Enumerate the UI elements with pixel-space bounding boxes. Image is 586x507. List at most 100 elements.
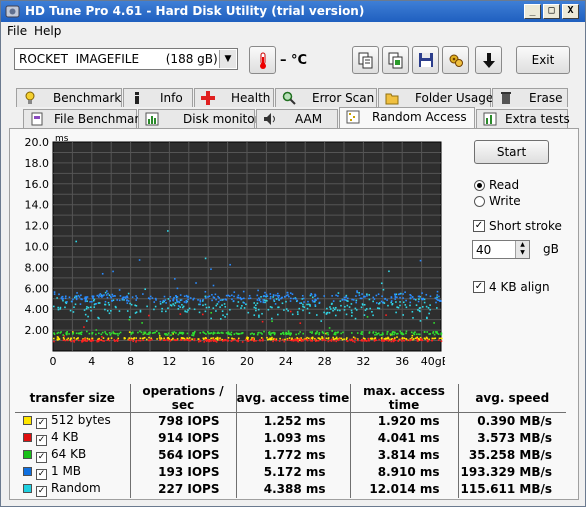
- data-point: [80, 294, 82, 297]
- data-point: [409, 304, 411, 307]
- data-point: [306, 303, 308, 306]
- data-point: [314, 338, 316, 341]
- data-point: [256, 294, 259, 297]
- data-point: [437, 339, 440, 341]
- spinner-arrows-icon[interactable]: ▲ ▼: [515, 241, 529, 258]
- tab-aam[interactable]: AAM: [256, 109, 338, 128]
- data-point: [380, 300, 383, 303]
- data-point: [118, 332, 120, 335]
- tab-health[interactable]: Health: [194, 88, 274, 107]
- series-checkbox[interactable]: ✓: [36, 452, 47, 463]
- chevron-down-icon[interactable]: ▼: [219, 50, 236, 68]
- data-point: [269, 297, 272, 300]
- series-checkbox[interactable]: ✓: [36, 418, 47, 430]
- options-button[interactable]: [442, 46, 469, 74]
- short-stroke-checkbox[interactable]: ✓: [473, 220, 485, 232]
- menu-help[interactable]: Help: [34, 24, 61, 38]
- data-point: [130, 333, 133, 335]
- data-point: [139, 330, 141, 333]
- data-point: [328, 311, 331, 314]
- copy-screenshot-button[interactable]: [382, 46, 409, 74]
- data-point: [332, 336, 334, 339]
- write-radio[interactable]: [474, 196, 485, 207]
- data-point: [291, 293, 294, 296]
- data-point: [169, 300, 171, 302]
- data-point: [426, 340, 429, 343]
- maximize-button[interactable]: □: [543, 4, 560, 19]
- copy-text-button[interactable]: [352, 46, 379, 74]
- save-button[interactable]: [412, 46, 439, 74]
- data-point: [139, 339, 142, 342]
- data-point: [393, 340, 395, 342]
- data-point: [278, 298, 280, 301]
- data-point: [253, 306, 256, 309]
- align-checkbox[interactable]: ✓: [473, 281, 485, 293]
- data-point: [396, 336, 398, 338]
- data-point: [103, 294, 105, 296]
- data-point: [219, 339, 221, 341]
- exit-button[interactable]: Exit: [516, 46, 570, 74]
- data-point: [338, 338, 341, 340]
- data-point: [285, 333, 288, 336]
- data-point: [388, 339, 390, 342]
- data-point: [204, 338, 207, 341]
- data-point: [276, 292, 279, 295]
- data-point: [98, 317, 100, 320]
- minimize-button[interactable]: _: [524, 4, 541, 19]
- data-point: [203, 341, 206, 343]
- data-point: [108, 332, 111, 334]
- data-point: [333, 308, 336, 311]
- data-point: [131, 296, 134, 298]
- data-point: [342, 331, 344, 334]
- data-point: [318, 333, 320, 336]
- data-point: [114, 340, 116, 342]
- tab-error-scan[interactable]: Error Scan: [275, 88, 377, 107]
- tab-info[interactable]: Info: [123, 88, 193, 107]
- data-point: [403, 337, 406, 340]
- data-point: [417, 295, 420, 298]
- download-button[interactable]: [475, 46, 502, 74]
- title-bar[interactable]: HD Tune Pro 4.61 - Hard Disk Utility (tr…: [1, 1, 585, 22]
- start-button[interactable]: Start: [474, 140, 549, 164]
- data-point: [116, 332, 118, 335]
- lightbulb-icon: [25, 91, 35, 104]
- data-point: [363, 314, 366, 316]
- close-button[interactable]: X: [562, 4, 579, 19]
- data-point: [355, 309, 358, 311]
- series-checkbox[interactable]: ✓: [36, 469, 47, 480]
- data-point: [326, 307, 328, 310]
- data-point: [175, 332, 177, 334]
- temperature-button[interactable]: [249, 46, 276, 74]
- data-point: [158, 333, 161, 335]
- series-checkbox[interactable]: ✓: [36, 486, 47, 497]
- data-point: [84, 299, 87, 302]
- data-point: [70, 337, 72, 340]
- data-point: [436, 307, 438, 309]
- tab-file-benchmark[interactable]: File Benchmark: [23, 109, 146, 128]
- short-stroke-spinner[interactable]: 40 ▲ ▼: [472, 240, 530, 259]
- tab-random-access[interactable]: Random Access: [339, 107, 475, 128]
- data-point: [374, 337, 376, 340]
- data-point: [241, 332, 243, 335]
- data-point: [189, 297, 192, 299]
- data-point: [167, 307, 169, 309]
- data-point: [159, 300, 162, 303]
- data-point: [350, 303, 353, 305]
- data-point: [316, 314, 318, 316]
- data-point: [302, 332, 305, 335]
- drive-select[interactable]: ROCKET IMAGEFILE (188 gB) ▼: [14, 48, 238, 70]
- tab-disk-monitor[interactable]: Disk monitor: [138, 109, 260, 128]
- series-checkbox[interactable]: ✓: [36, 435, 47, 446]
- tab-folder-usage[interactable]: Folder Usage: [378, 88, 493, 107]
- read-radio[interactable]: [474, 180, 485, 191]
- tab-benchmark[interactable]: Benchmark: [16, 88, 122, 107]
- data-point: [425, 336, 428, 339]
- tab-erase[interactable]: Erase: [492, 88, 568, 107]
- menu-file[interactable]: File: [7, 24, 27, 38]
- data-point: [97, 302, 100, 304]
- data-point: [419, 310, 421, 313]
- data-point: [167, 332, 170, 334]
- avg-cell: 4.388 ms: [236, 480, 351, 498]
- data-point: [192, 298, 195, 301]
- tab-extra-tests[interactable]: Extra tests: [476, 109, 570, 128]
